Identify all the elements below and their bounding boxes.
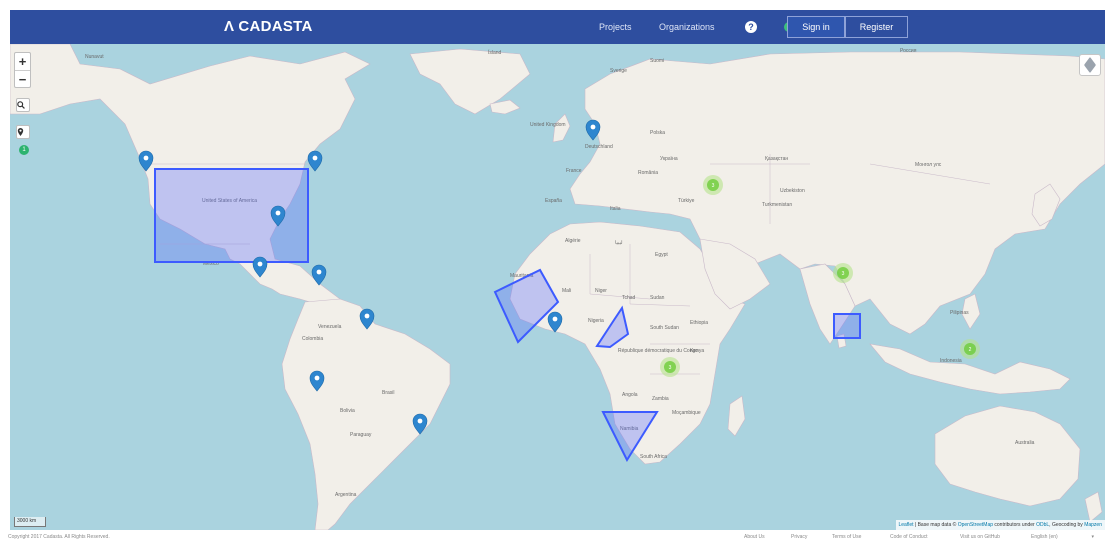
project-area-sri-lanka[interactable] bbox=[833, 313, 861, 339]
place-label: Монгол улс bbox=[915, 162, 942, 168]
location-count-badge: 1 bbox=[19, 145, 29, 155]
map-attribution: Leaflet | Base map data © OpenStreetMap … bbox=[895, 520, 1105, 530]
help-icon[interactable]: ? bbox=[745, 21, 757, 33]
zoom-in-button[interactable]: + bbox=[15, 53, 30, 70]
cluster-marker[interactable]: 3 bbox=[703, 175, 723, 195]
footer-privacy-link[interactable]: Privacy bbox=[791, 530, 807, 542]
place-label: Sudan bbox=[650, 295, 665, 301]
footer-conduct-link[interactable]: Code of Conduct bbox=[890, 530, 928, 542]
cluster-marker[interactable]: 3 bbox=[660, 357, 680, 377]
place-label: France bbox=[566, 168, 582, 174]
place-label: Paraguay bbox=[350, 432, 372, 438]
place-label: ليبيا bbox=[615, 240, 623, 246]
odbl-link[interactable]: ODbL bbox=[1036, 522, 1049, 528]
place-label: Turkmenistan bbox=[762, 202, 792, 208]
marker-icon bbox=[17, 128, 24, 136]
land-madagascar bbox=[727, 395, 746, 437]
place-label: Polska bbox=[650, 130, 665, 136]
leaflet-link[interactable]: Leaflet bbox=[899, 522, 914, 528]
navbar: Λ CADASTA Projects Organizations ? Sign i… bbox=[10, 10, 1105, 44]
place-label: Egypt bbox=[655, 252, 668, 258]
brand-name: CADASTA bbox=[238, 18, 313, 35]
world-map[interactable]: United States of America Mexico Venezuel… bbox=[10, 44, 1105, 530]
place-label: République démocratique du Congo bbox=[618, 348, 698, 354]
place-label: Bolivia bbox=[340, 408, 355, 414]
place-label: Tchad bbox=[622, 295, 636, 301]
land-uk bbox=[552, 113, 571, 143]
place-label: România bbox=[638, 170, 658, 176]
register-button[interactable]: Register bbox=[845, 16, 908, 38]
place-label: Venezuela bbox=[318, 324, 342, 330]
project-area-usa[interactable] bbox=[154, 168, 309, 263]
cluster-count: 2 bbox=[969, 347, 972, 353]
footer-github-link[interactable]: Visit us on GitHub bbox=[960, 530, 1000, 542]
layers-icon bbox=[1083, 56, 1097, 74]
place-label: Nigeria bbox=[588, 318, 604, 324]
place-label: South Africa bbox=[640, 454, 667, 460]
place-label: Moçambique bbox=[672, 410, 701, 416]
place-label: Sverige bbox=[610, 68, 627, 74]
language-select[interactable]: English (en) ▾ bbox=[1028, 532, 1094, 542]
place-label: España bbox=[545, 198, 562, 204]
land-masses bbox=[10, 44, 1105, 530]
place-label: Россия bbox=[900, 48, 917, 54]
place-label: Pilipinas bbox=[950, 310, 969, 316]
place-label: Қазақстан bbox=[765, 156, 788, 162]
nav-organizations-link[interactable]: Organizations bbox=[659, 10, 715, 44]
place-label: Mali bbox=[562, 288, 571, 294]
copyright-text: Copyright 2017 Cadasta. All Rights Reser… bbox=[8, 534, 110, 540]
place-label: Ethiopia bbox=[690, 320, 708, 326]
place-label: Zambia bbox=[652, 396, 669, 402]
locate-button[interactable] bbox=[16, 125, 30, 139]
layers-button[interactable] bbox=[1079, 54, 1101, 76]
map-canvas: United States of America Mexico Venezuel… bbox=[10, 44, 1105, 530]
place-label: Uzbekiston bbox=[780, 188, 805, 194]
mapzen-link[interactable]: Mapzen bbox=[1084, 522, 1102, 528]
place-label: Argentina bbox=[335, 492, 357, 498]
cluster-count: 3 bbox=[669, 365, 672, 371]
search-icon bbox=[17, 101, 25, 109]
footer: Copyright 2017 Cadasta. All Rights Reser… bbox=[0, 530, 1105, 542]
osm-link[interactable]: OpenStreetMap bbox=[958, 522, 993, 528]
cluster-count: 3 bbox=[712, 183, 715, 189]
marker-icon[interactable] bbox=[307, 150, 323, 172]
cluster-marker[interactable]: 3 bbox=[833, 263, 853, 283]
place-label: Algérie bbox=[565, 238, 581, 244]
land-south-america bbox=[281, 298, 451, 530]
nav-projects-link[interactable]: Projects bbox=[599, 10, 632, 44]
place-label: Indonesia bbox=[940, 358, 962, 364]
footer-terms-link[interactable]: Terms of Use bbox=[832, 530, 861, 542]
language-value: English (en) bbox=[1031, 534, 1058, 540]
caret-down-icon: ▾ bbox=[1091, 534, 1094, 540]
cluster-marker[interactable]: 2 bbox=[960, 339, 980, 359]
place-label: Brasil bbox=[382, 390, 395, 396]
place-label: Україна bbox=[660, 156, 678, 162]
place-label: Italia bbox=[610, 206, 621, 212]
search-button[interactable] bbox=[16, 98, 30, 112]
place-label: Niger bbox=[595, 288, 607, 294]
zoom-out-button[interactable]: − bbox=[15, 70, 30, 87]
land-australia bbox=[934, 405, 1081, 507]
sign-in-button[interactable]: Sign in bbox=[787, 16, 845, 38]
place-label: Suomi bbox=[650, 58, 664, 64]
place-label: South Sudan bbox=[650, 325, 679, 331]
brand-logo[interactable]: Λ CADASTA bbox=[224, 10, 313, 44]
place-label: United Kingdom bbox=[530, 122, 566, 128]
place-label: Colombia bbox=[302, 336, 323, 342]
marker-icon[interactable] bbox=[585, 119, 601, 141]
footer-about-link[interactable]: About Us bbox=[744, 530, 765, 542]
map-scale: 3000 km bbox=[14, 517, 46, 527]
place-label: Ísland bbox=[488, 49, 502, 56]
place-label: Nunavut bbox=[85, 54, 104, 60]
place-label: Türkiye bbox=[678, 198, 695, 204]
land-new-zealand bbox=[1084, 491, 1103, 523]
place-label: Deutschland bbox=[585, 144, 613, 150]
zoom-control: + − bbox=[14, 52, 31, 88]
cluster-count: 3 bbox=[842, 271, 845, 277]
place-label: Australia bbox=[1015, 440, 1035, 446]
place-label: Angola bbox=[622, 392, 638, 398]
cadasta-logo-icon: Λ bbox=[224, 18, 235, 35]
